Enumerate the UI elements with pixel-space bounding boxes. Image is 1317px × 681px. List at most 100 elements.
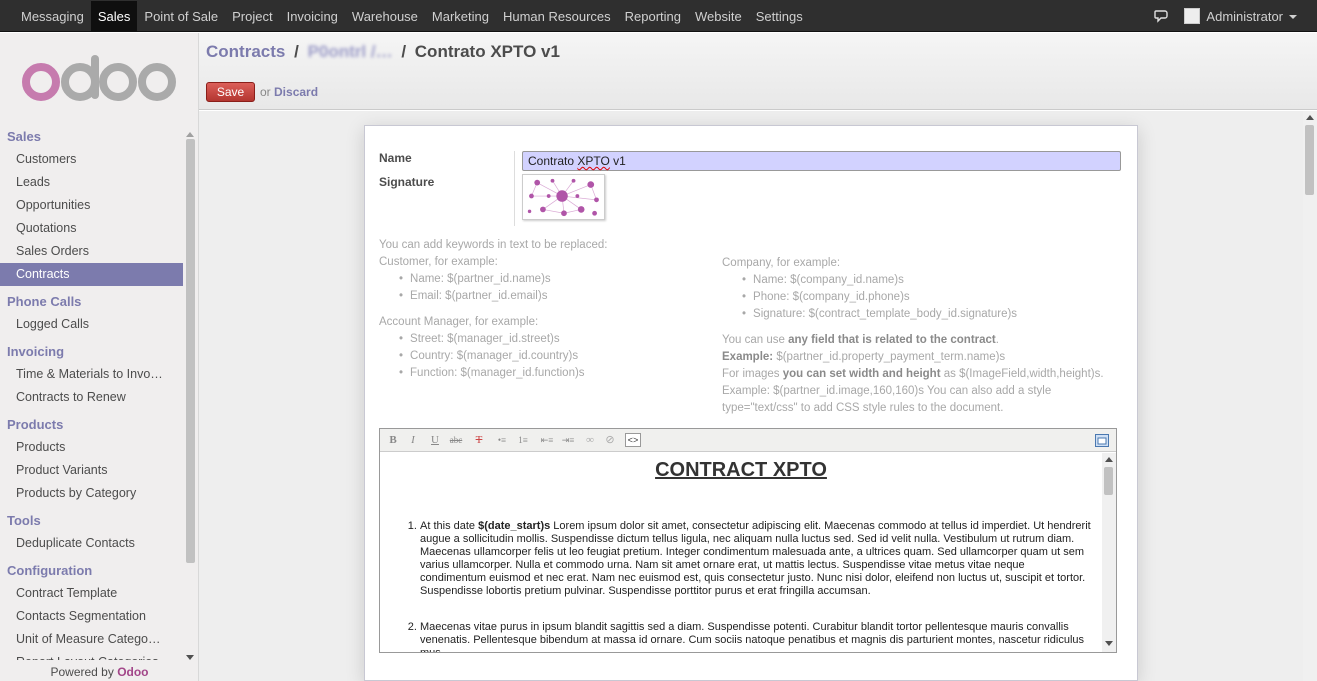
sidebar-item-contracts[interactable]: Contracts bbox=[0, 263, 183, 286]
sidebar-item-unit-of-measure-catego[interactable]: Unit of Measure Catego… bbox=[0, 628, 183, 651]
scrollbar-thumb[interactable] bbox=[1305, 125, 1314, 195]
signature-image[interactable] bbox=[522, 174, 605, 220]
sidebar-item-logged-calls[interactable]: Logged Calls bbox=[0, 313, 183, 336]
scroll-up-arrow-icon[interactable] bbox=[1306, 115, 1314, 120]
sidebar: Sales Customers Leads Opportunities Quotatio… bbox=[0, 33, 199, 681]
images-note: For images you can set width and height … bbox=[722, 366, 1122, 383]
underline-button[interactable]: U bbox=[427, 433, 443, 447]
editor-scrollbar[interactable] bbox=[1102, 453, 1116, 652]
company-help-title: Company, for example: bbox=[722, 257, 841, 269]
sidebar-item-time-materials-to-invo[interactable]: Time & Materials to Invo… bbox=[0, 363, 183, 386]
save-button[interactable]: Save bbox=[206, 82, 255, 102]
note-text: . bbox=[995, 334, 999, 346]
or-text: or bbox=[260, 85, 271, 99]
menu-website[interactable]: Website bbox=[688, 1, 749, 32]
scrollbar-thumb[interactable] bbox=[1104, 467, 1113, 495]
contract-clauses: At this date $(date_start)s Lorem ipsum … bbox=[390, 520, 1092, 652]
powered-by-brand-link[interactable]: Odoo bbox=[117, 665, 148, 679]
chat-icon[interactable] bbox=[1154, 8, 1170, 24]
sidebar-section-products: Products bbox=[7, 417, 64, 432]
name-field[interactable]: Contrato XPTO v1 bbox=[522, 151, 1121, 171]
menu-invoicing[interactable]: Invoicing bbox=[280, 1, 345, 32]
list-item: Function: $(manager_id.function)s bbox=[399, 365, 709, 382]
odoo-logo[interactable] bbox=[22, 55, 176, 103]
list-item: Country: $(manager_id.country)s bbox=[399, 348, 709, 365]
discard-area: or Discard bbox=[260, 85, 318, 99]
scroll-up-arrow-icon[interactable] bbox=[1105, 457, 1113, 462]
menu-point-of-sale[interactable]: Point of Sale bbox=[137, 1, 225, 32]
breadcrumb-separator: / bbox=[401, 42, 407, 61]
strikethrough-button[interactable]: abc bbox=[448, 433, 464, 447]
note-text: as $(ImageField,width,height)s. bbox=[940, 368, 1104, 380]
powered-by: Powered by Odoo bbox=[0, 665, 199, 679]
sidebar-item-products[interactable]: Products bbox=[0, 436, 183, 459]
avatar[interactable] bbox=[1184, 8, 1201, 24]
user-name: Administrator bbox=[1206, 8, 1283, 24]
sidebar-item-contacts-segmentation[interactable]: Contacts Segmentation bbox=[0, 605, 183, 628]
manager-help-title: Account Manager, for example: bbox=[379, 316, 539, 328]
list-item: Signature: $(contract_template_body_id.s… bbox=[742, 306, 1122, 323]
sidebar-item-leads[interactable]: Leads bbox=[0, 171, 183, 194]
unlink-button[interactable]: ⊘ bbox=[602, 433, 618, 447]
menu-sales[interactable]: Sales bbox=[90, 0, 138, 32]
main-scrollbar[interactable] bbox=[1303, 111, 1317, 681]
contract-heading: CONTRACT XPTO bbox=[655, 459, 827, 481]
bold-button[interactable]: B bbox=[385, 433, 401, 447]
breadcrumb-contracts[interactable]: Contracts bbox=[206, 42, 285, 61]
menu-warehouse[interactable]: Warehouse bbox=[345, 1, 425, 32]
example-value: $(partner_id.property_payment_term.name)… bbox=[773, 351, 1006, 363]
indent-button[interactable]: ⇥≡ bbox=[560, 433, 576, 447]
sidebar-item-contract-template[interactable]: Contract Template bbox=[0, 582, 183, 605]
sidebar-section-phone-calls: Phone Calls bbox=[7, 294, 82, 309]
numbered-list-button[interactable]: 1≡ bbox=[515, 433, 531, 447]
sidebar-item-contracts-to-renew[interactable]: Contracts to Renew bbox=[0, 386, 183, 409]
sidebar-scrollbar[interactable] bbox=[184, 129, 197, 669]
menu-human-resources[interactable]: Human Resources bbox=[496, 1, 618, 32]
example-note: Example: $(partner_id.property_payment_t… bbox=[722, 349, 1122, 366]
user-menu[interactable]: Administrator bbox=[1206, 9, 1297, 24]
fullscreen-icon[interactable] bbox=[1095, 434, 1109, 447]
menu-messaging[interactable]: Messaging bbox=[14, 1, 91, 32]
sidebar-item-customers[interactable]: Customers bbox=[0, 148, 183, 171]
company-help-list: Name: $(company_id.name)s Phone: $(compa… bbox=[722, 272, 1122, 323]
sidebar-item-sales-orders[interactable]: Sales Orders bbox=[0, 240, 183, 263]
scroll-up-arrow-icon[interactable] bbox=[186, 132, 194, 137]
sidebar-item-deduplicate-contacts[interactable]: Deduplicate Contacts bbox=[0, 532, 183, 555]
link-button[interactable]: ∞ bbox=[582, 433, 598, 447]
sidebar-item-products-by-category[interactable]: Products by Category bbox=[0, 482, 183, 505]
breadcrumb-separator: / bbox=[294, 42, 299, 61]
scrollbar-thumb[interactable] bbox=[186, 139, 195, 563]
menu-project[interactable]: Project bbox=[225, 1, 279, 32]
discard-link[interactable]: Discard bbox=[274, 85, 318, 99]
name-label: Name bbox=[379, 151, 412, 165]
bullet-list-button[interactable]: •≡ bbox=[494, 433, 510, 447]
menu-reporting[interactable]: Reporting bbox=[618, 1, 688, 32]
top-menu-bar: Messaging Sales Point of Sale Project Invoic… bbox=[0, 0, 1317, 32]
clause-text: At this date bbox=[420, 520, 479, 532]
any-field-note: You can use any field that is related to… bbox=[722, 332, 1122, 349]
images-example: Example: $(partner_id.image,160,160)s Yo… bbox=[722, 385, 1052, 414]
signature-label: Signature bbox=[379, 175, 435, 189]
list-item: Email: $(partner_id.email)s bbox=[399, 288, 709, 305]
note-text: For images bbox=[722, 368, 783, 380]
editor-content[interactable]: CONTRACT XPTO At this date $(date_start)… bbox=[380, 453, 1102, 652]
list-item: At this date $(date_start)s Lorem ipsum … bbox=[420, 520, 1092, 598]
form-sheet: Name Signature Contrato XPTO v1 You can … bbox=[364, 125, 1138, 681]
source-code-button[interactable]: <> bbox=[625, 433, 641, 447]
outdent-button[interactable]: ⇤≡ bbox=[539, 433, 555, 447]
scroll-down-arrow-icon[interactable] bbox=[186, 655, 194, 660]
sidebar-item-quotations[interactable]: Quotations bbox=[0, 217, 183, 240]
menu-marketing[interactable]: Marketing bbox=[425, 1, 496, 32]
sidebar-item-opportunities[interactable]: Opportunities bbox=[0, 194, 183, 217]
italic-button[interactable]: I bbox=[405, 433, 421, 447]
caret-down-icon bbox=[1289, 15, 1297, 20]
sidebar-item-report-layout-categories[interactable]: Report Layout Categories bbox=[0, 651, 183, 660]
sidebar-item-product-variants[interactable]: Product Variants bbox=[0, 459, 183, 482]
breadcrumb-parent[interactable]: P0ontrl /… bbox=[308, 42, 393, 61]
menu-settings[interactable]: Settings bbox=[749, 1, 810, 32]
html-editor[interactable]: B I U abc T •≡ 1≡ ⇤≡ ⇥≡ ∞ ⊘ <> CONTRACT … bbox=[379, 428, 1117, 653]
list-item: Name: $(partner_id.name)s bbox=[399, 271, 709, 288]
scroll-down-arrow-icon[interactable] bbox=[1105, 641, 1113, 646]
list-item: Street: $(manager_id.street)s bbox=[399, 331, 709, 348]
remove-format-button[interactable]: T bbox=[471, 433, 487, 447]
